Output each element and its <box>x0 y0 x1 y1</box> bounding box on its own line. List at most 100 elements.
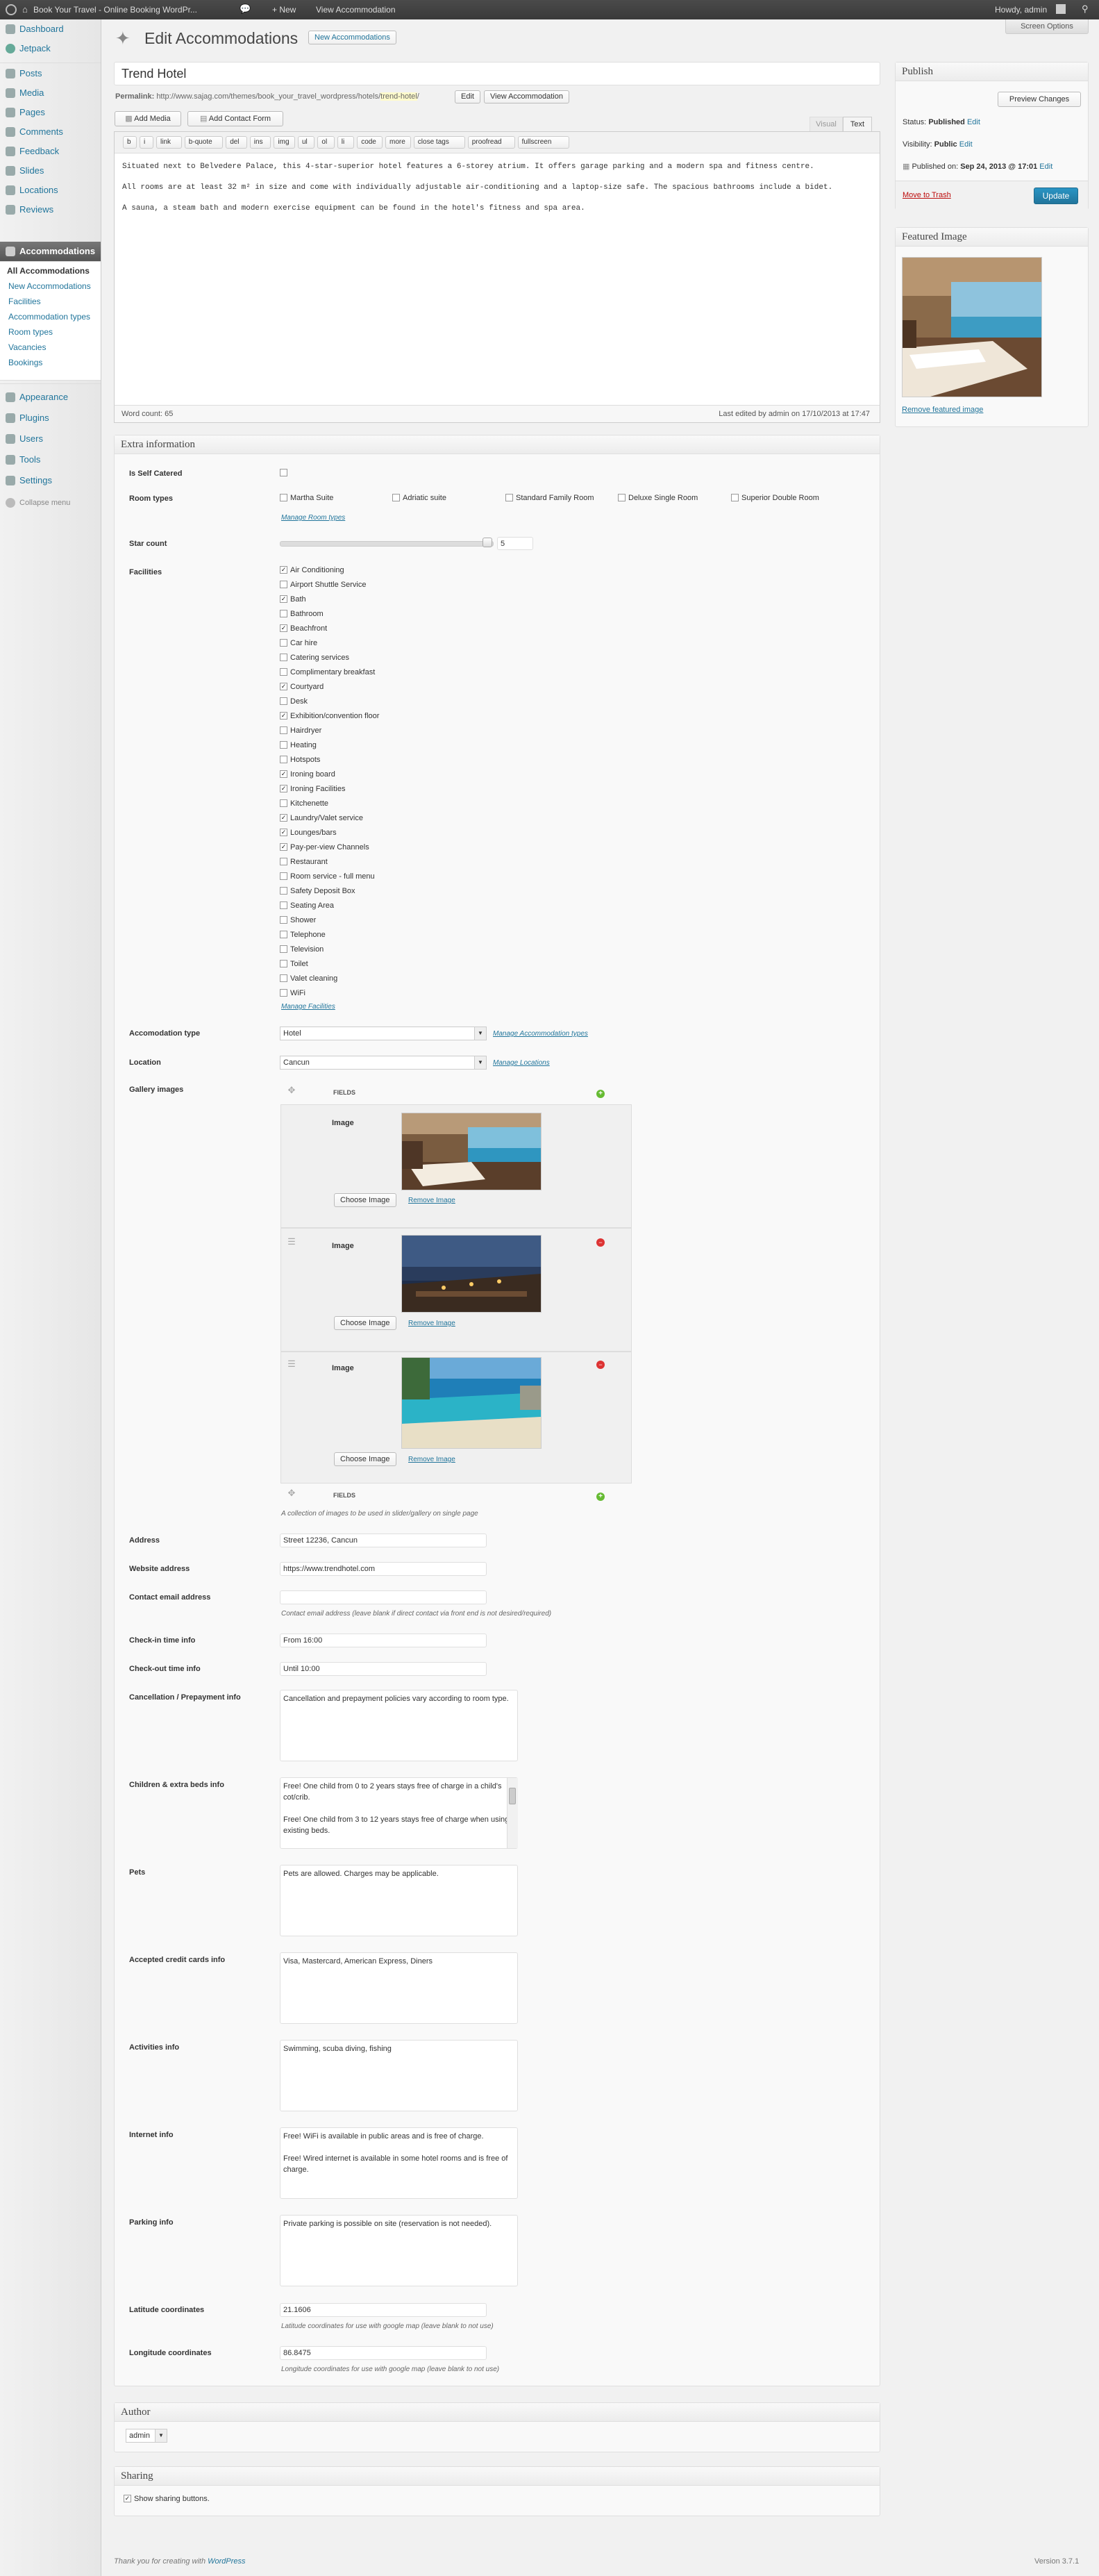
sidebar-item-appearance[interactable]: Appearance <box>0 388 101 407</box>
remove-image-link[interactable]: Remove Image <box>408 1197 455 1204</box>
add-row-icon[interactable]: + <box>596 1493 605 1501</box>
facility-checkbox[interactable] <box>280 931 287 938</box>
longitude-input[interactable]: 86.8475 <box>280 2346 487 2360</box>
footer-wordpress-link[interactable]: WordPress <box>208 2557 245 2566</box>
facility-checkbox[interactable]: ✓ <box>280 595 287 603</box>
facility-checkbox[interactable] <box>280 668 287 676</box>
howdy-user-link[interactable]: Howdy, admin <box>995 5 1047 15</box>
sidebar-item-feedback[interactable]: Feedback <box>0 142 101 161</box>
submenu-all-accommodations[interactable]: All Accommodations <box>7 266 90 276</box>
room-type-checkbox[interactable] <box>505 494 513 501</box>
quicktag-button[interactable]: del <box>226 136 247 149</box>
facility-checkbox[interactable] <box>280 901 287 909</box>
facility-checkbox[interactable]: ✓ <box>280 770 287 778</box>
manage-room-types-link[interactable]: Manage Room types <box>281 514 345 522</box>
facility-checkbox[interactable] <box>280 756 287 763</box>
facility-checkbox[interactable] <box>280 610 287 617</box>
status-edit-link[interactable]: Edit <box>967 118 980 126</box>
sidebar-item-comments[interactable]: Comments <box>0 122 101 142</box>
star-count-slider-track[interactable] <box>280 541 494 547</box>
sidebar-item-slides[interactable]: Slides <box>0 161 101 181</box>
latitude-input[interactable]: 21.1606 <box>280 2303 487 2317</box>
new-accommodations-button[interactable]: New Accommodations <box>308 31 396 44</box>
remove-image-link[interactable]: Remove Image <box>408 1320 455 1327</box>
quicktag-button[interactable]: i <box>140 136 153 149</box>
address-input[interactable]: Street 12236, Cancun <box>280 1534 487 1547</box>
facility-checkbox[interactable] <box>280 654 287 661</box>
sidebar-item-dashboard[interactable]: Dashboard <box>0 19 101 39</box>
manage-facilities-link[interactable]: Manage Facilities <box>281 1003 335 1011</box>
add-row-icon[interactable]: + <box>596 1090 605 1098</box>
star-count-input[interactable]: 5 <box>497 537 533 550</box>
sidebar-item-pages[interactable]: Pages <box>0 103 101 122</box>
facility-checkbox[interactable]: ✓ <box>280 814 287 822</box>
wordpress-logo-icon[interactable] <box>6 4 17 17</box>
sidebar-item-posts[interactable]: Posts <box>0 64 101 83</box>
tab-visual[interactable]: Visual <box>809 117 843 131</box>
quicktag-button[interactable]: ul <box>298 136 315 149</box>
quicktag-button[interactable]: code <box>357 136 383 149</box>
collapse-menu-button[interactable]: Collapse menu <box>0 493 101 513</box>
quicktag-button[interactable]: b-quote <box>184 136 224 149</box>
facility-checkbox[interactable] <box>280 726 287 734</box>
view-accommodation-button[interactable]: View Accommodation <box>484 90 569 103</box>
facility-checkbox[interactable] <box>280 960 287 967</box>
facility-checkbox[interactable] <box>280 799 287 807</box>
submenu-accommodation-types[interactable]: Accommodation types <box>8 312 90 322</box>
sidebar-item-media[interactable]: Media <box>0 83 101 103</box>
website-input[interactable]: https://www.trendhotel.com <box>280 1562 487 1576</box>
room-type-checkbox[interactable] <box>618 494 626 501</box>
facility-checkbox[interactable]: ✓ <box>280 843 287 851</box>
room-type-checkbox[interactable] <box>280 494 287 501</box>
facility-checkbox[interactable]: ✓ <box>280 624 287 632</box>
accommodation-type-select[interactable]: Hotel ▼ <box>280 1027 487 1040</box>
editor-content[interactable]: Situated next to Belvedere Palace, this … <box>122 161 872 214</box>
facility-checkbox[interactable] <box>280 887 287 895</box>
featured-image[interactable] <box>902 257 1042 397</box>
checkout-input[interactable]: Until 10:00 <box>280 1662 487 1676</box>
visibility-edit-link[interactable]: Edit <box>959 140 973 149</box>
contact-email-input[interactable] <box>280 1590 487 1604</box>
submenu-bookings[interactable]: Bookings <box>8 358 42 367</box>
quicktag-button[interactable]: ins <box>249 136 271 149</box>
choose-image-button[interactable]: Choose Image <box>334 1193 396 1207</box>
post-title-input[interactable]: Trend Hotel <box>114 62 880 85</box>
quicktag-button[interactable]: li <box>337 136 355 149</box>
star-count-slider-handle[interactable] <box>483 538 492 547</box>
new-content-link[interactable]: + New <box>272 5 296 15</box>
submenu-vacancies[interactable]: Vacancies <box>8 342 46 352</box>
sidebar-item-locations[interactable]: Locations <box>0 181 101 200</box>
scrollbar-thumb[interactable] <box>509 1788 516 1804</box>
remove-image-link[interactable]: Remove Image <box>408 1456 455 1463</box>
preview-changes-button[interactable]: Preview Changes <box>998 92 1081 107</box>
facility-checkbox[interactable] <box>280 581 287 588</box>
move-handle-icon[interactable]: ✥ <box>287 1488 296 1498</box>
facility-checkbox[interactable] <box>280 872 287 880</box>
sidebar-item-tools[interactable]: Tools <box>0 450 101 470</box>
room-type-checkbox[interactable] <box>392 494 400 501</box>
sidebar-item-plugins[interactable]: Plugins <box>0 408 101 428</box>
permalink-edit-button[interactable]: Edit <box>455 90 480 103</box>
quicktag-button[interactable]: img <box>274 136 295 149</box>
author-select[interactable]: admin ▼ <box>126 2429 167 2443</box>
add-contact-form-button[interactable]: ▤ Add Contact Form <box>187 111 283 126</box>
quicktag-button[interactable]: fullscreen <box>517 136 569 149</box>
move-to-trash-link[interactable]: Move to Trash <box>903 191 951 199</box>
quicktag-button[interactable]: proofread <box>467 136 515 149</box>
pets-textarea[interactable]: Pets are allowed. Charges may be applica… <box>280 1865 518 1936</box>
children-textarea[interactable]: Free! One child from 0 to 2 years stays … <box>280 1777 518 1849</box>
facility-checkbox[interactable] <box>280 858 287 865</box>
drag-handle-icon[interactable]: ☰ <box>287 1359 296 1369</box>
facility-checkbox[interactable]: ✓ <box>280 566 287 574</box>
sidebar-item-reviews[interactable]: Reviews <box>0 200 101 219</box>
comments-icon[interactable]: 💬 <box>240 3 251 15</box>
choose-image-button[interactable]: Choose Image <box>334 1316 396 1330</box>
search-icon[interactable]: ⚲ <box>1082 3 1089 15</box>
remove-row-icon[interactable]: − <box>596 1238 605 1247</box>
manage-locations-link[interactable]: Manage Locations <box>493 1059 550 1067</box>
choose-image-button[interactable]: Choose Image <box>334 1452 396 1466</box>
drag-handle-icon[interactable]: ☰ <box>287 1237 296 1247</box>
tab-text[interactable]: Text <box>843 117 872 132</box>
add-media-button[interactable]: ▩ Add Media <box>115 111 181 126</box>
submenu-new-accommodations[interactable]: New Accommodations <box>8 281 91 291</box>
